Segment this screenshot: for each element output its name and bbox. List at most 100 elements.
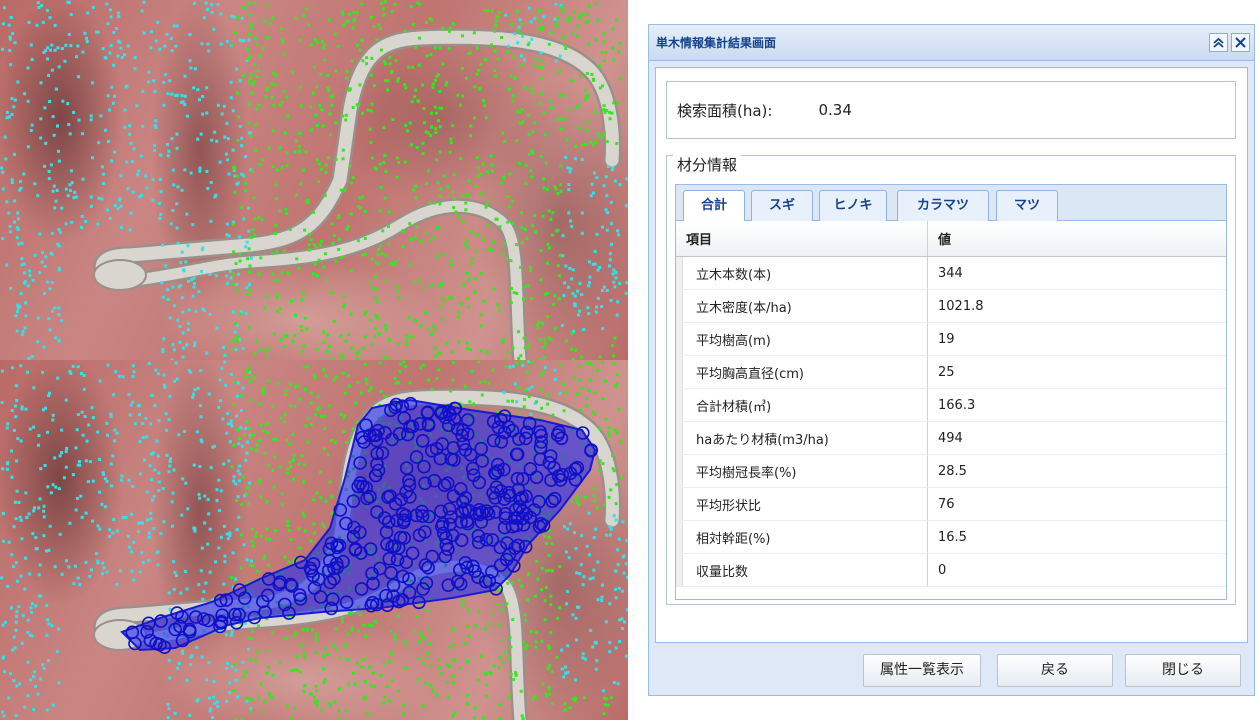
- tree-point: [596, 598, 600, 602]
- dialog-header[interactable]: 単木情報集計結果画面: [649, 25, 1254, 61]
- tab-hinoki[interactable]: ヒノキ: [819, 190, 887, 221]
- tree-point: [128, 124, 132, 128]
- tree-point: [74, 195, 78, 199]
- tab-sugi[interactable]: スギ: [751, 190, 813, 221]
- tree-point: [523, 227, 527, 231]
- tree-point: [484, 627, 488, 631]
- tree-point: [476, 678, 480, 682]
- tree-point: [267, 665, 270, 669]
- table-row[interactable]: 平均胸高直径(cm) 25: [676, 356, 1226, 389]
- back-button[interactable]: 戻る: [997, 654, 1113, 687]
- tree-point: [496, 303, 500, 306]
- tree-point: [193, 341, 197, 345]
- tree-point: [611, 46, 615, 50]
- tab-matsu[interactable]: マツ: [996, 190, 1058, 221]
- tree-point: [536, 326, 540, 330]
- tree-point: [473, 85, 477, 89]
- map-view-bottom[interactable]: [0, 360, 628, 720]
- tree-point: [175, 202, 179, 206]
- tree-point: [368, 713, 372, 717]
- tree-point: [117, 15, 121, 19]
- tree-point: [312, 522, 316, 526]
- table-row[interactable]: 収量比数 0: [676, 554, 1226, 587]
- tree-point: [75, 55, 78, 59]
- double-chevron-up-icon[interactable]: [1209, 33, 1228, 52]
- tree-point: [369, 109, 373, 113]
- tree-point: [619, 476, 623, 480]
- tree-point: [253, 1, 257, 5]
- tree-point: [207, 49, 211, 53]
- table-row[interactable]: 立木密度(本/ha) 1021.8: [676, 290, 1226, 323]
- tree-point: [128, 413, 132, 417]
- tree-point: [248, 563, 252, 567]
- tree-point: [191, 223, 195, 227]
- tree-point: [10, 366, 14, 370]
- table-row[interactable]: 立木本数(本) 344: [676, 257, 1226, 290]
- tree-point: [369, 141, 373, 144]
- tree-point: [64, 465, 68, 469]
- tree-point: [5, 263, 9, 267]
- tree-point: [258, 54, 262, 58]
- dialog-title: 単木情報集計結果画面: [656, 36, 777, 50]
- tree-point: [42, 515, 46, 519]
- tree-point: [543, 618, 547, 622]
- tree-point: [323, 43, 326, 47]
- tree-point: [334, 69, 338, 73]
- tree-point: [223, 560, 227, 564]
- tree-point: [387, 225, 390, 228]
- tree-point: [520, 107, 524, 111]
- close-button[interactable]: 閉じる: [1125, 654, 1241, 687]
- tree-point: [613, 179, 617, 183]
- table-row[interactable]: 合計材積(㎥) 166.3: [676, 389, 1226, 422]
- tree-point: [365, 711, 369, 715]
- tree-point: [242, 675, 246, 679]
- tree-point: [114, 370, 118, 374]
- tree-point: [238, 472, 242, 476]
- tree-point: [195, 645, 199, 649]
- tree-point: [230, 665, 234, 669]
- tree-point: [249, 22, 253, 26]
- tree-point: [350, 59, 354, 63]
- tree-point: [73, 564, 77, 568]
- tree-point: [540, 566, 544, 570]
- tab-karamatsu[interactable]: カラマツ: [897, 190, 989, 221]
- tab-total[interactable]: 合計: [683, 190, 745, 222]
- tree-point: [491, 240, 495, 244]
- tree-point: [411, 65, 415, 69]
- column-header-item[interactable]: 項目: [676, 221, 928, 256]
- tree-point: [238, 259, 242, 263]
- tree-point: [280, 492, 284, 496]
- tree-point: [348, 87, 352, 91]
- tree-point: [171, 343, 175, 347]
- tree-point: [48, 524, 52, 528]
- material-info-fieldset: 材分情報 合計 スギ ヒノキ カラマツ マツ 項目 値 立木本数(本) 344 立木…: [666, 154, 1236, 605]
- tree-point: [1, 187, 5, 191]
- close-icon[interactable]: [1231, 33, 1250, 52]
- table-row[interactable]: 平均樹高(m) 19: [676, 323, 1226, 356]
- tree-point: [249, 26, 253, 29]
- tree-point: [112, 393, 116, 397]
- tree-point: [320, 167, 324, 171]
- table-row[interactable]: haあたり材積(m3/ha) 494: [676, 422, 1226, 455]
- tree-point: [247, 206, 251, 210]
- tree-point: [476, 46, 479, 50]
- tree-point: [188, 33, 192, 36]
- tree-point: [570, 277, 574, 281]
- tree-point: [51, 189, 55, 193]
- tree-point: [320, 708, 324, 712]
- table-row[interactable]: 平均樹冠長率(%) 28.5: [676, 455, 1226, 488]
- tree-point: [265, 88, 269, 92]
- tree-point: [390, 10, 394, 13]
- tree-point: [608, 258, 612, 262]
- tree-point: [429, 283, 433, 287]
- tree-point: [608, 525, 612, 529]
- attribute-list-button[interactable]: 属性一覧表示: [863, 654, 981, 687]
- tree-point: [596, 268, 600, 272]
- table-row[interactable]: 平均形状比 76: [676, 488, 1226, 521]
- tree-point: [175, 132, 179, 136]
- tree-point: [602, 104, 606, 108]
- tree-point: [153, 90, 157, 94]
- table-row[interactable]: 相対幹距(%) 16.5: [676, 521, 1226, 554]
- column-header-value[interactable]: 値: [928, 221, 1226, 256]
- map-view-top[interactable]: [0, 0, 628, 360]
